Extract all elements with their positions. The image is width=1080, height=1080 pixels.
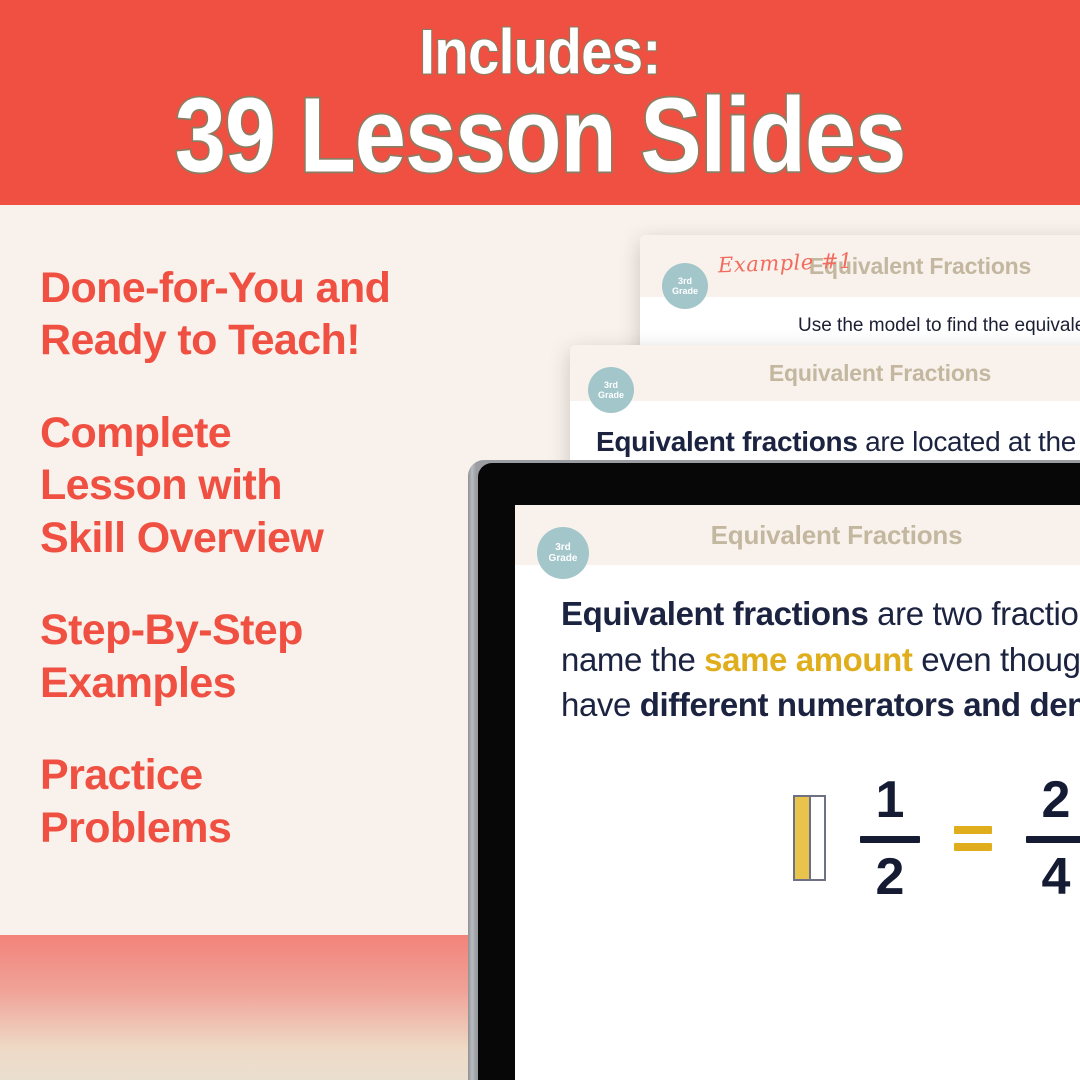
- numerator: 1: [875, 770, 905, 829]
- grade-badge-line2: Grade: [671, 286, 698, 296]
- grade-badge-line2: Grade: [548, 553, 578, 564]
- denominator: 4: [1041, 847, 1071, 906]
- mid-text-1: are located at the: [857, 426, 1080, 457]
- grade-badge-line2: Grade: [597, 390, 624, 400]
- grade-badge: 3rd Grade: [662, 263, 708, 309]
- main-text-1: are two fractions: [877, 595, 1080, 632]
- slide-back-instruction: Use the model to find the equivalent fra…: [797, 315, 1080, 336]
- fraction-model-halves: [793, 795, 827, 882]
- grade-badge-line1: 3rd: [603, 379, 618, 390]
- promo-banner: Includes: 39 Lesson Slides: [0, 0, 1080, 205]
- numerator: 2: [1041, 770, 1071, 829]
- fraction-one-half: 1 2: [860, 770, 921, 906]
- model-cell-empty: [808, 796, 826, 881]
- laptop-bezel: 3rd Grade Equivalent Fractions Equivalen…: [478, 463, 1080, 1080]
- main-bold-1: Equivalent fractions: [561, 595, 869, 632]
- main-highlight: same amount: [704, 640, 913, 678]
- example-annotation: Example #1: [717, 248, 854, 278]
- fraction-bar: [1026, 835, 1080, 843]
- grade-badge-line1: 3rd: [677, 275, 692, 286]
- main-bold-2: different numerators and den: [639, 686, 1080, 724]
- grade-badge: 3rd Grade: [588, 367, 634, 413]
- main-slide-title: Equivalent Fractions: [710, 519, 963, 550]
- main-slide-body: Equivalent fractions are two fractions n…: [515, 565, 1080, 903]
- equals-sign-icon: [954, 825, 993, 851]
- main-slide-header: 3rd Grade Equivalent Fractions: [515, 505, 1080, 579]
- main-text-2a: name the: [561, 640, 705, 678]
- fraction-two-fourths: 2 4: [1026, 774, 1080, 903]
- slide-middle-title: Equivalent Fractions: [768, 359, 992, 386]
- mid-bold: Equivalent fractions: [596, 426, 858, 457]
- fraction-bar: [860, 835, 921, 843]
- laptop-mockup: 3rd Grade Equivalent Fractions Equivalen…: [460, 460, 1080, 1080]
- laptop-screen: 3rd Grade Equivalent Fractions Equivalen…: [515, 505, 1080, 1080]
- laptop-lid: 3rd Grade Equivalent Fractions Equivalen…: [468, 460, 1080, 1080]
- slide-stack: 3rd Grade Example #1 Equivalent Fraction…: [0, 205, 1080, 1080]
- fraction-model-row: 1 2 2 4: [561, 774, 1080, 903]
- banner-includes-label: Includes:: [418, 15, 662, 87]
- grade-badge-line1: 3rd: [555, 541, 571, 553]
- banner-headline: 39 Lesson Slides: [173, 76, 908, 195]
- slide-middle-header: 3rd Grade Equivalent Fractions: [570, 345, 1080, 413]
- denominator: 2: [875, 847, 905, 906]
- main-text-3a: have: [561, 686, 640, 724]
- slide-back-header: 3rd Grade Example #1 Equivalent Fraction…: [640, 235, 1080, 309]
- main-text-2b: even though: [912, 640, 1080, 678]
- grade-badge: 3rd Grade: [537, 527, 589, 579]
